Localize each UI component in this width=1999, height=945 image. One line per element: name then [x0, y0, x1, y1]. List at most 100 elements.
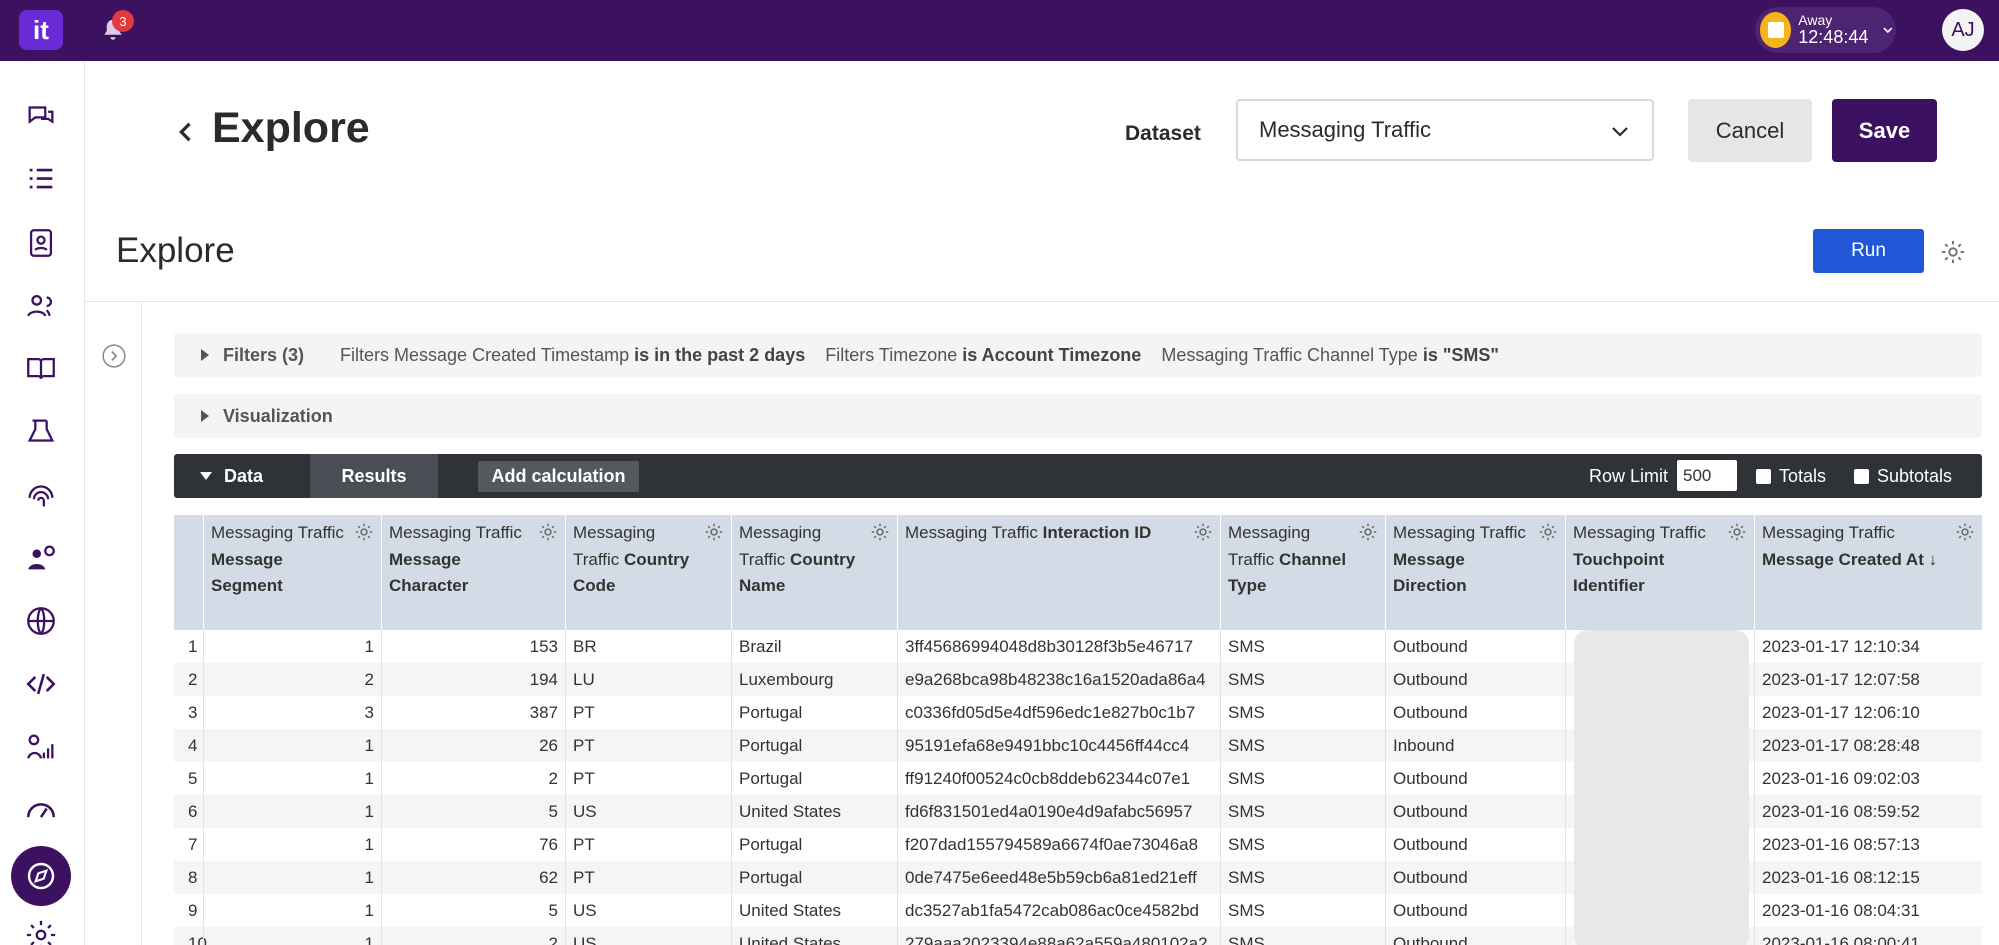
table-cell: Portugal: [731, 861, 897, 894]
row-number: 3: [188, 703, 198, 722]
table-cell: SMS: [1220, 894, 1385, 927]
column-gear-icon[interactable]: [353, 521, 375, 543]
table-cell: 76: [381, 828, 565, 861]
sidebar-item-explore[interactable]: [11, 846, 71, 906]
column-header-group: Messaging Traffic: [905, 523, 1038, 542]
table-cell: 2023-01-16 08:00:41: [1754, 927, 1982, 945]
table-cell: Portugal: [731, 828, 897, 861]
chevron-down-icon: [1883, 27, 1893, 34]
run-button[interactable]: Run: [1813, 229, 1924, 273]
column-header[interactable]: Messaging Traffic Channel Type: [1220, 515, 1385, 630]
filters-bar[interactable]: Filters (3) Filters Message Created Time…: [174, 333, 1982, 377]
status-selector[interactable]: Away 12:48:44: [1755, 7, 1896, 53]
dataset-select[interactable]: Messaging Traffic: [1236, 99, 1654, 161]
sidebar-item-developer[interactable]: [22, 665, 60, 703]
row-limit-input[interactable]: [1677, 460, 1737, 491]
table-cell: 2023-01-16 09:02:03: [1754, 762, 1982, 795]
table-cell: SMS: [1220, 828, 1385, 861]
table-cell: 2: [381, 927, 565, 945]
visualization-label: Visualization: [223, 405, 333, 426]
cancel-button[interactable]: Cancel: [1688, 99, 1812, 162]
table-cell: SMS: [1220, 630, 1385, 663]
results-tab[interactable]: Results: [310, 454, 438, 498]
column-header[interactable]: Messaging Traffic Message Created At ↓: [1754, 515, 1982, 630]
back-chevron-icon[interactable]: [172, 118, 200, 146]
column-header[interactable]: Messaging Traffic Interaction ID: [897, 515, 1220, 630]
fingerprint-icon: [28, 485, 54, 507]
column-header[interactable]: Messaging Traffic Country Name: [731, 515, 897, 630]
sidebar-item-lists[interactable]: [22, 161, 60, 199]
table-cell: Outbound: [1385, 630, 1565, 663]
totals-checkbox[interactable]: Totals: [1756, 466, 1826, 487]
table-cell: PT: [565, 729, 731, 762]
column-gear-icon[interactable]: [1954, 521, 1976, 543]
table-header: Messaging Traffic Message Segment Messagi…: [174, 515, 1982, 630]
user-gear-icon: [28, 545, 55, 570]
filter-chip[interactable]: Filters Message Created Timestamp is in …: [340, 345, 805, 366]
table-cell: ff91240f00524c0cb8ddeb62344c07e1: [897, 762, 1220, 795]
row-number: 2: [188, 670, 198, 689]
column-gear-icon[interactable]: [1726, 521, 1748, 543]
filter-chip[interactable]: Messaging Traffic Channel Type is "SMS": [1161, 345, 1499, 366]
expand-panel-icon[interactable]: [101, 343, 127, 369]
sidebar-item-conversations[interactable]: [22, 97, 60, 135]
column-gear-icon[interactable]: [703, 521, 725, 543]
column-header[interactable]: Messaging Traffic Country Code: [565, 515, 731, 630]
table-cell: 2: [381, 762, 565, 795]
sidebar-item-knowledge[interactable]: [22, 350, 60, 388]
column-header[interactable]: Messaging Traffic Message Direction: [1385, 515, 1565, 630]
column-gear-icon[interactable]: [537, 521, 559, 543]
save-button[interactable]: Save: [1832, 99, 1937, 162]
table-cell: c0336fd05d5e4df596edc1e827b0c1b7: [897, 696, 1220, 729]
caret-right-icon: [201, 410, 209, 422]
row-number: 7: [188, 835, 198, 854]
table-cell: Outbound: [1385, 927, 1565, 945]
column-gear-icon[interactable]: [1357, 521, 1379, 543]
app-logo[interactable]: it: [19, 10, 63, 50]
visualization-bar[interactable]: Visualization: [174, 394, 1982, 438]
sidebar-item-people[interactable]: [22, 287, 60, 325]
away-status-icon: [1760, 12, 1792, 48]
sidebar-item-settings-people[interactable]: [22, 539, 60, 577]
add-calculation-button[interactable]: Add calculation: [478, 461, 639, 492]
row-number: 10: [188, 934, 207, 945]
table-cell: SMS: [1220, 861, 1385, 894]
subtotals-checkbox[interactable]: Subtotals: [1854, 466, 1952, 487]
sidebar-item-contacts[interactable]: [22, 224, 60, 262]
sidebar-item-flows[interactable]: [22, 413, 60, 451]
column-header-group: Messaging Traffic: [1762, 523, 1895, 542]
column-header[interactable]: Messaging Traffic Touchpoint Identifier: [1565, 515, 1754, 630]
chevron-down-icon: [1612, 127, 1628, 137]
analytics-icon: [27, 734, 54, 759]
row-number: 1: [188, 637, 198, 656]
column-gear-icon[interactable]: [1192, 521, 1214, 543]
sidebar-item-analytics[interactable]: [22, 728, 60, 766]
avatar[interactable]: AJ: [1942, 9, 1984, 51]
row-number: 6: [188, 802, 198, 821]
sidebar-item-dashboards[interactable]: [22, 791, 60, 829]
data-toggle[interactable]: Data: [174, 454, 310, 498]
filter-chip[interactable]: Filters Timezone is Account Timezone: [825, 345, 1141, 366]
table-cell: 1: [203, 861, 381, 894]
sidebar-item-global[interactable]: [22, 602, 60, 640]
table-cell: US: [565, 894, 731, 927]
book-icon: [27, 357, 55, 380]
column-header[interactable]: Messaging Traffic Message Character: [381, 515, 565, 630]
sidebar: [0, 61, 85, 945]
column-gear-icon[interactable]: [1537, 521, 1559, 543]
column-header-group: Messaging Traffic: [1393, 523, 1526, 542]
filter-condition: is in the past 2 days: [634, 344, 806, 365]
table-cell: SMS: [1220, 795, 1385, 828]
divider: [85, 301, 1999, 302]
sidebar-item-settings[interactable]: [22, 916, 60, 945]
column-header[interactable]: Messaging Traffic Message Segment: [203, 515, 381, 630]
column-gear-icon[interactable]: [869, 521, 891, 543]
gear-icon: [26, 920, 56, 945]
table-cell: SMS: [1220, 762, 1385, 795]
row-number: 4: [188, 736, 198, 755]
table-cell: SMS: [1220, 729, 1385, 762]
sidebar-item-channels[interactable]: [22, 476, 60, 514]
table-cell: e9a268bca98b48238c16a1520ada86a4: [897, 663, 1220, 696]
column-header-group: Messaging Traffic: [389, 523, 522, 542]
gear-icon[interactable]: [1939, 238, 1967, 266]
